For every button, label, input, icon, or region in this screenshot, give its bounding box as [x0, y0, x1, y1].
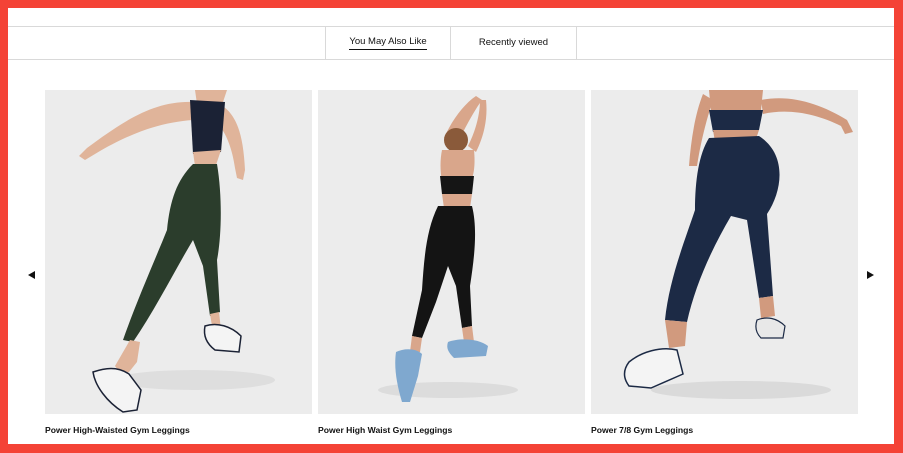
product-name[interactable]: Power High-Waisted Gym Leggings: [45, 425, 312, 435]
carousel-prev-button[interactable]: [25, 268, 37, 282]
model-running-illustration: [79, 90, 275, 413]
product-image[interactable]: [45, 90, 312, 414]
tab-recently-viewed[interactable]: Recently viewed: [451, 27, 577, 59]
tab-you-may-also-like[interactable]: You May Also Like: [325, 27, 451, 59]
carousel-next-button[interactable]: [864, 268, 876, 282]
product-card[interactable]: Power 7/8 Gym Leggings: [591, 90, 858, 435]
product-image[interactable]: [318, 90, 585, 414]
model-reaching-illustration: [623, 90, 853, 399]
product-name[interactable]: Power High Waist Gym Leggings: [318, 425, 585, 435]
model-stretching-illustration: [378, 96, 518, 402]
triangle-left-icon: [27, 271, 35, 279]
tabs-bar: You May Also Like Recently viewed: [8, 27, 894, 60]
product-name[interactable]: Power 7/8 Gym Leggings: [591, 425, 858, 435]
tab-label: You May Also Like: [349, 36, 427, 50]
product-image[interactable]: [591, 90, 858, 414]
product-card[interactable]: Power High-Waisted Gym Leggings: [45, 90, 312, 435]
triangle-right-icon: [866, 271, 874, 279]
tab-label: Recently viewed: [478, 36, 549, 48]
product-card[interactable]: Power High Waist Gym Leggings: [318, 90, 585, 435]
